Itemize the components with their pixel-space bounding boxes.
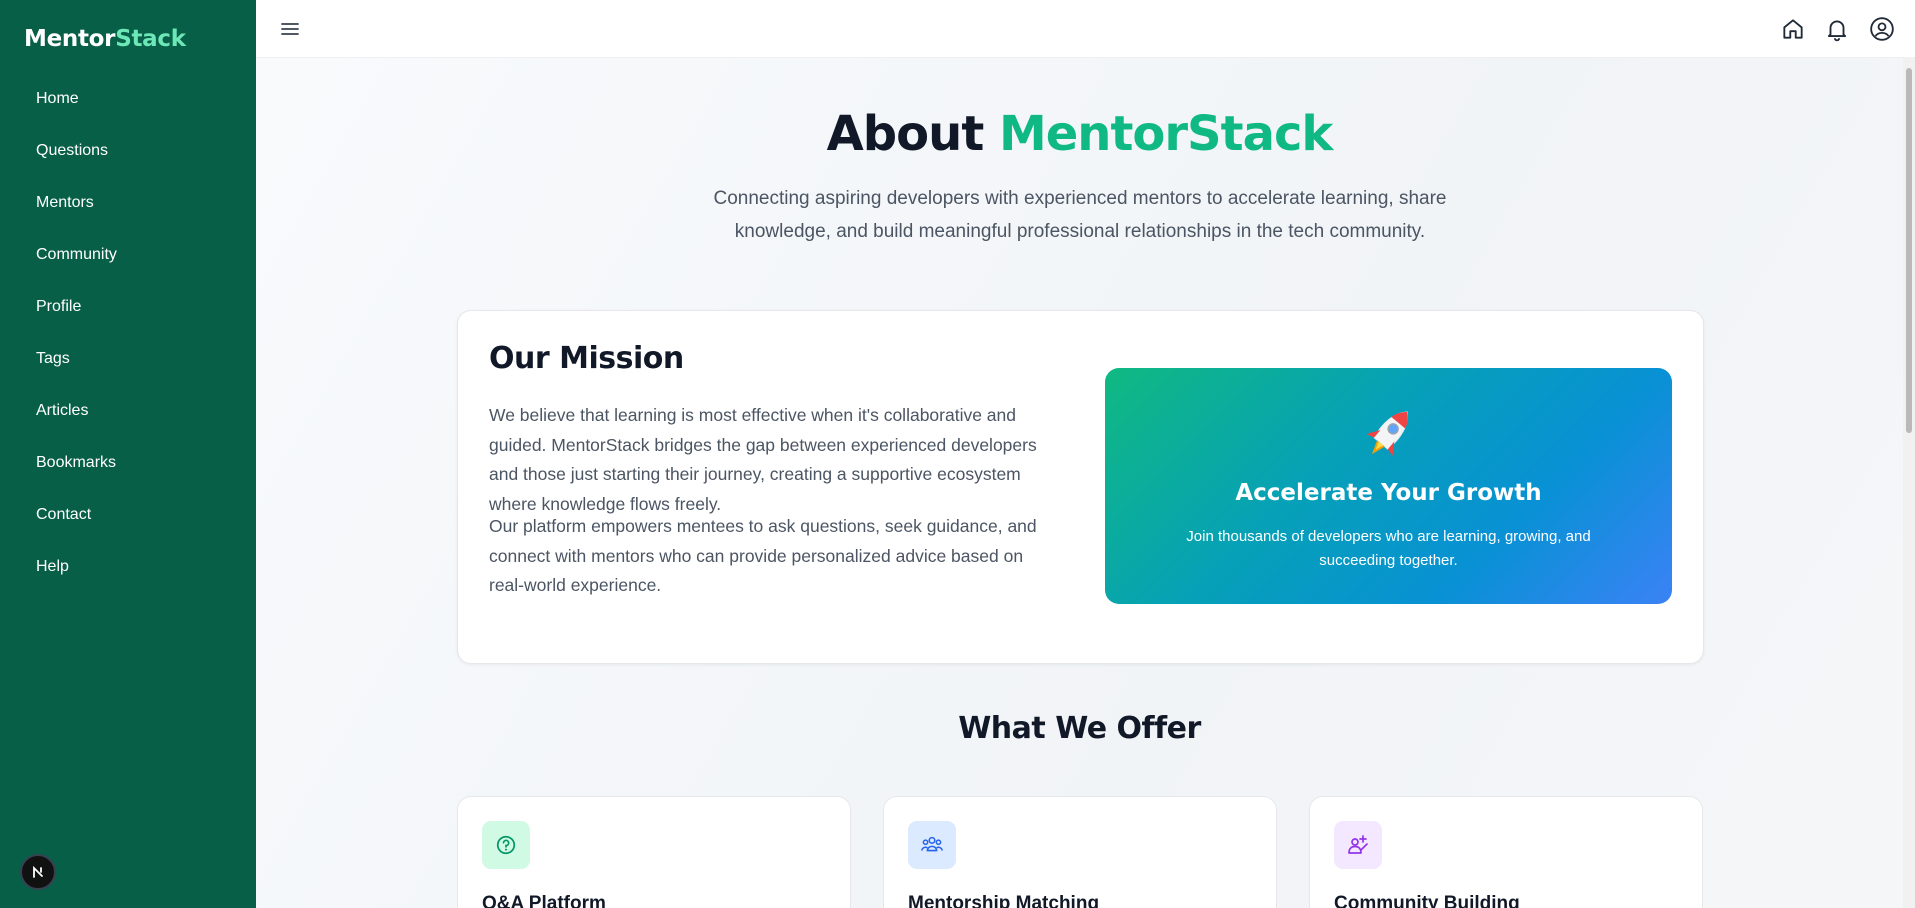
sidebar-item-mentors[interactable]: Mentors: [0, 177, 256, 229]
users-group-icon: [908, 821, 956, 869]
feature-title: Mentorship Matching: [908, 893, 1100, 908]
brand-logo[interactable]: MentorStack: [24, 26, 186, 52]
feature-title: Q&A Platform: [482, 893, 606, 908]
feature-card-community-building[interactable]: Community Building: [1309, 796, 1703, 908]
accelerate-growth-subtitle: Join thousands of developers who are lea…: [1186, 528, 1591, 569]
question-circle-icon: [482, 821, 530, 869]
main-content: About MentorStack Connecting aspiring de…: [256, 58, 1903, 908]
mission-paragraph-1: We believe that learning is most effecti…: [489, 405, 1037, 514]
feature-card-mentorship-matching[interactable]: Mentorship Matching: [883, 796, 1277, 908]
mission-paragraph-2: Our platform empowers mentees to ask que…: [489, 516, 1037, 595]
sidebar-item-home[interactable]: Home: [0, 73, 256, 125]
brand-name-part2: Stack: [115, 26, 186, 52]
feature-title: Community Building: [1334, 893, 1520, 908]
sidebar-item-community[interactable]: Community: [0, 229, 256, 281]
sparkle-person-icon: [1334, 821, 1382, 869]
sidebar-item-help[interactable]: Help: [0, 541, 256, 593]
page-title-prefix: About: [826, 106, 999, 162]
rocket-icon: [1353, 402, 1423, 468]
accelerate-growth-title: Accelerate Your Growth: [1235, 480, 1542, 506]
feature-card-qa-platform[interactable]: Q&A Platform: [457, 796, 851, 908]
sidebar-item-questions[interactable]: Questions: [0, 125, 256, 177]
mission-card: Our Mission We believe that learning is …: [457, 310, 1704, 664]
sidebar-item-articles[interactable]: Articles: [0, 385, 256, 437]
top-bar: [256, 0, 1915, 58]
dev-tools-button[interactable]: [20, 854, 56, 890]
what-we-offer-title: What We Offer: [958, 711, 1201, 746]
sidebar: MentorStack Home Questions Mentors Commu…: [0, 0, 256, 908]
accelerate-growth-card: Accelerate Your Growth Join thousands of…: [1105, 368, 1672, 604]
home-icon[interactable]: [1780, 16, 1806, 42]
brand-name-part1: Mentor: [24, 26, 116, 52]
page-scrollbar[interactable]: [1903, 58, 1915, 908]
hamburger-menu-icon[interactable]: [278, 17, 302, 41]
page-subtitle: Connecting aspiring developers with expe…: [713, 188, 1447, 242]
sidebar-nav: Home Questions Mentors Community Profile…: [0, 73, 256, 593]
user-circle-icon[interactable]: [1869, 16, 1895, 42]
sidebar-item-contact[interactable]: Contact: [0, 489, 256, 541]
bell-icon[interactable]: [1824, 16, 1850, 42]
page-title-accent: MentorStack: [998, 106, 1333, 162]
mission-title: Our Mission: [489, 341, 684, 376]
sidebar-item-bookmarks[interactable]: Bookmarks: [0, 437, 256, 489]
sidebar-item-profile[interactable]: Profile: [0, 281, 256, 333]
dev-tools-icon: [33, 865, 43, 878]
scrollbar-thumb[interactable]: [1906, 68, 1912, 433]
page-title: About MentorStack: [256, 106, 1903, 162]
sidebar-item-tags[interactable]: Tags: [0, 333, 256, 385]
